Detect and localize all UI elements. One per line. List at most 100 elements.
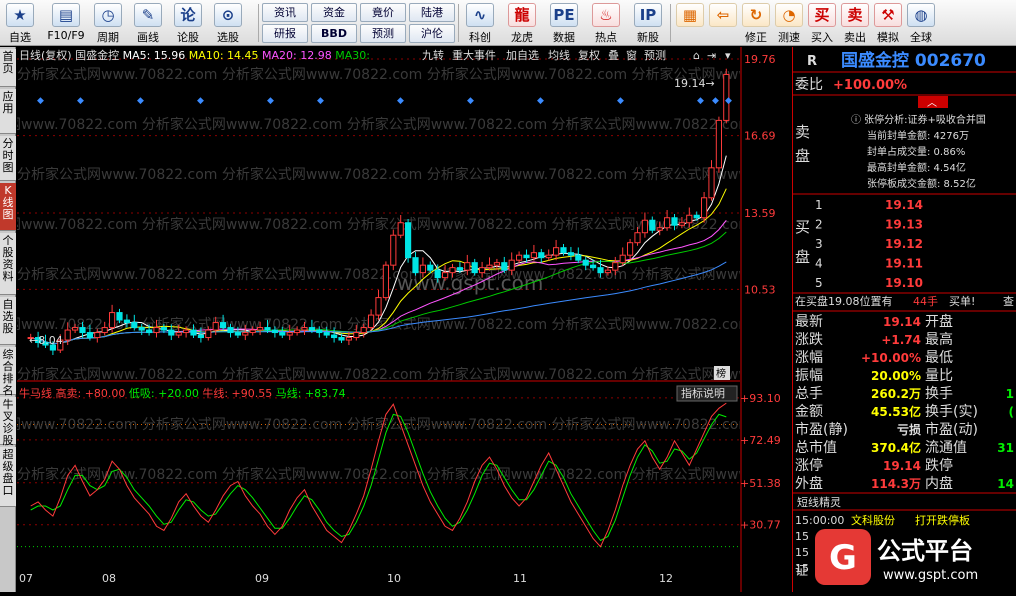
toolbar-buy-button[interactable]: 买买入 (806, 2, 838, 44)
toolbar-fire-button[interactable]: ♨ 热点 (586, 2, 626, 44)
candle-body (508, 259, 515, 271)
tab-4[interactable]: K线图 (0, 183, 16, 231)
tab-6[interactable]: 自选股 (0, 297, 16, 345)
stat-label: 振幅 (795, 368, 823, 384)
candle-body (397, 222, 404, 236)
toolbar-back-arrow-button[interactable]: ⇦ (707, 2, 739, 44)
buy-level-price[interactable]: 19.13 (885, 218, 923, 232)
chart-menu-item[interactable]: 加自选 (506, 49, 539, 62)
back-arrow-icon: ⇦ (709, 3, 737, 27)
周期-button[interactable]: ◷ 周期 (90, 2, 126, 44)
论股-button[interactable]: 论论股 (170, 2, 206, 44)
candle-body (220, 322, 227, 329)
candle-body (390, 234, 397, 266)
tab-5[interactable]: 个股资料 (0, 233, 16, 295)
expand-icon[interactable]: ⇥ (707, 49, 716, 62)
event-marker-icon[interactable]: ◆ (537, 96, 544, 106)
header-field: MA30: (332, 49, 370, 62)
toolbar-grid-button[interactable]: ▦ (674, 2, 706, 44)
选股-button[interactable]: ⊙ 选股 (210, 2, 246, 44)
quick-2-button[interactable]: 资金 (311, 3, 357, 22)
toolbar-hammer-button[interactable]: ⚒ 模拟 (872, 2, 904, 44)
quick-3-button[interactable]: 竟价 (360, 3, 406, 22)
dropdown-icon[interactable]: ▾ (725, 49, 731, 62)
tab-8[interactable]: 牛叉诊股 (0, 397, 16, 447)
quick-1-button[interactable]: 资讯 (262, 3, 308, 22)
chart-menu-item[interactable]: 重大事件 (452, 48, 496, 62)
stat-value: +1.74 (881, 333, 921, 347)
weibi-value: +100.00% (833, 78, 907, 93)
event-marker-icon[interactable]: ◆ (267, 96, 274, 106)
lock-icon[interactable]: ⌂ (693, 49, 700, 62)
quick-8-button[interactable]: 沪伦 (409, 24, 455, 43)
candle-body (456, 267, 463, 271)
queue-buy-link[interactable]: 买单! (949, 295, 975, 308)
event-marker-icon[interactable]: ◆ (697, 96, 704, 106)
candle-body (294, 329, 301, 334)
chart-menu-item[interactable]: 均线 (548, 48, 570, 62)
toolbar-refresh-button[interactable]: ↻ 修正 (740, 2, 772, 44)
画线-button[interactable]: ✎ 画线 (130, 2, 166, 44)
event-marker-icon[interactable]: ◆ (397, 96, 404, 106)
quick-7-button[interactable]: 预测 (360, 24, 406, 43)
event-marker-icon[interactable]: ◆ (197, 96, 204, 106)
quick-4-button[interactable]: 陆港 (409, 3, 455, 22)
indicator-field: 牛线: +90.55 (199, 386, 272, 400)
event-marker-icon[interactable]: ◆ (77, 96, 84, 106)
chart-menu-item[interactable]: 叠 (608, 49, 619, 62)
candle-body (205, 329, 212, 339)
event-marker-icon[interactable]: ◆ (37, 96, 44, 106)
candle (575, 247, 582, 264)
tab-9[interactable]: 超级盘口 (0, 447, 16, 507)
toolbar-speedometer-button[interactable]: ◔ 测速 (773, 2, 805, 44)
event-marker-icon[interactable]: ◆ (617, 96, 624, 106)
spirit-event[interactable]: 打开跌停板 (915, 513, 970, 527)
header-field: 国盛金控 (72, 48, 120, 62)
header-field: MA10: 14.45 (185, 49, 258, 62)
quick-5-button[interactable]: 研报 (262, 24, 308, 43)
candle-body (331, 334, 338, 339)
toolbar-ipo-button[interactable]: IP 新股 (628, 2, 668, 44)
chart-menu-item[interactable]: 窗 (626, 48, 637, 62)
toolbar-chart-button[interactable]: ∿ 科创 (460, 2, 500, 44)
chart-menu-item[interactable]: 九转 (422, 48, 444, 62)
tab-1[interactable]: 首页 (0, 49, 16, 87)
queue-check-link[interactable]: 查 (1003, 294, 1014, 308)
chart-menu-item[interactable]: 复权 (578, 48, 600, 62)
buy-level-price[interactable]: 19.12 (885, 237, 923, 251)
candle-body (153, 327, 160, 334)
quick-6-button[interactable]: BBD (311, 24, 357, 43)
candle (390, 229, 397, 271)
candle-body (516, 254, 523, 261)
watermark-text: 分析家公式网www.70822.com 分析家公式网www.70822.com … (17, 166, 740, 183)
F10/F9-button[interactable]: ▤ F10/F9 (42, 2, 90, 44)
spirit-title: 短线精灵 (797, 495, 841, 509)
toolbar-sell-button[interactable]: 卖卖出 (839, 2, 871, 44)
candle-body (308, 327, 315, 331)
max-price-label: 19.14→ (674, 77, 715, 90)
kline-chart-area[interactable]: 分析家公式网www.70822.com 分析家公式网www.70822.com … (0, 47, 832, 592)
event-marker-icon[interactable]: ◆ (712, 96, 719, 106)
toolbar-separator (458, 4, 459, 42)
tab-3[interactable]: 分时图 (0, 136, 16, 181)
toolbar-globe-button[interactable]: ◍ 全球 (905, 2, 937, 44)
tab-2[interactable]: 应用 (0, 89, 16, 134)
buy-level-price[interactable]: 19.14 (885, 198, 923, 212)
candle-body (375, 297, 382, 316)
candle-body (449, 267, 456, 274)
kline-chart-svg[interactable]: 分析家公式网www.70822.com 分析家公式网www.70822.com … (0, 47, 832, 592)
bottom-tab[interactable]: 证 (795, 564, 808, 579)
event-marker-icon[interactable]: ◆ (137, 96, 144, 106)
spirit-name[interactable]: 文科股份 (851, 513, 895, 527)
candle-body (131, 322, 138, 329)
event-marker-icon[interactable]: ◆ (725, 96, 732, 106)
tab-7[interactable]: 综合排名 (0, 347, 16, 397)
buy-level-price[interactable]: 19.10 (885, 276, 923, 290)
自选-button[interactable]: ★ 自选 (2, 2, 38, 44)
event-marker-icon[interactable]: ◆ (317, 96, 324, 106)
event-marker-icon[interactable]: ◆ (467, 96, 474, 106)
toolbar-dragon-button[interactable]: 龍龙虎 (502, 2, 542, 44)
chart-menu-item[interactable]: 预测 (644, 49, 666, 62)
buy-level-price[interactable]: 19.11 (885, 257, 923, 271)
toolbar-pe-button[interactable]: PE 数据 (544, 2, 584, 44)
